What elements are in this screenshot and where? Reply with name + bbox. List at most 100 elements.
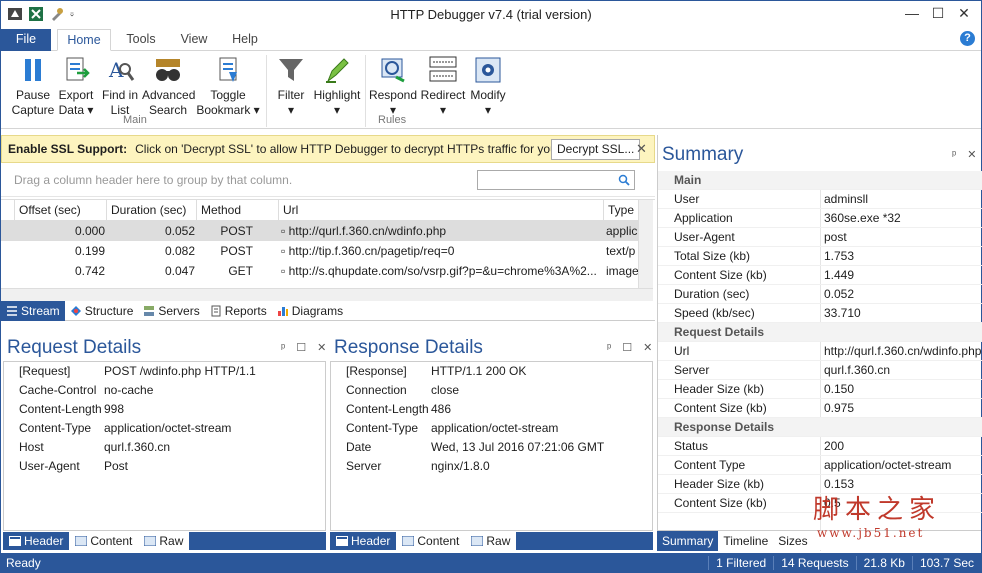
tab-view[interactable]: View: [171, 29, 217, 51]
summary-row[interactable]: Content Size (kb) 0.975: [658, 399, 982, 418]
tab-diagrams[interactable]: Diagrams: [272, 301, 348, 321]
request-value: POST /wdinfo.php HTTP/1.1: [104, 364, 256, 378]
grid-vertical-scrollbar[interactable]: [638, 200, 653, 288]
watermark-url: www.jb51.net: [817, 526, 925, 540]
request-row[interactable]: Content-Type application/octet-stream: [4, 419, 325, 438]
summary-row[interactable]: Header Size (kb) 0.150: [658, 380, 982, 399]
respond-button[interactable]: Respond ▾: [368, 55, 418, 118]
tab-file[interactable]: File: [1, 29, 51, 51]
reports-icon: [211, 305, 221, 316]
response-tab-raw[interactable]: Raw: [465, 532, 517, 550]
response-pane-controls[interactable]: ᵖ ☐ ✕: [607, 341, 656, 354]
help-icon[interactable]: ?: [960, 31, 975, 46]
close-button[interactable]: ✕: [951, 5, 977, 22]
pause-capture-button[interactable]: Pause Capture: [11, 55, 55, 118]
response-row[interactable]: Date Wed, 13 Jul 2016 07:21:06 GMT: [331, 438, 652, 457]
maximize-button[interactable]: ☐: [925, 5, 951, 22]
response-value: nginx/1.8.0: [431, 459, 490, 473]
response-row[interactable]: Content-Length 486: [331, 400, 652, 419]
tab-summary[interactable]: Summary: [657, 530, 719, 551]
column-method[interactable]: Method: [197, 200, 279, 221]
table-row[interactable]: 0.199 0.082 POST ▫ http://tip.f.360.cn/p…: [1, 241, 638, 261]
response-row[interactable]: Server nginx/1.8.0: [331, 457, 652, 476]
summary-value: 33.710: [824, 306, 861, 320]
request-tab-header[interactable]: Header: [3, 532, 69, 550]
column-duration[interactable]: Duration (sec): [107, 200, 197, 221]
response-row[interactable]: [Response] HTTP/1.1 200 OK: [331, 362, 652, 381]
summary-key: Speed (kb/sec): [674, 306, 755, 320]
summary-row[interactable]: Total Size (kb) 1.753: [658, 247, 982, 266]
request-row[interactable]: [Request] POST /wdinfo.php HTTP/1.1: [4, 362, 325, 381]
column-url[interactable]: Url: [279, 200, 604, 221]
tab-servers[interactable]: Servers: [138, 301, 204, 321]
response-tab-header[interactable]: Header: [330, 532, 396, 550]
summary-row[interactable]: Url http://qurl.f.360.cn/wdinfo.php: [658, 342, 982, 361]
tab-home[interactable]: Home: [57, 29, 111, 51]
cell-url: ▫ http://tip.f.360.cn/pagetip/req=0: [281, 241, 603, 261]
summary-row[interactable]: User adminsll: [658, 190, 982, 209]
table-row[interactable]: 0.000 0.052 POST ▫ http://qurl.f.360.cn/…: [1, 221, 638, 241]
grid-search-input[interactable]: [477, 170, 635, 190]
column-type[interactable]: Type: [604, 200, 638, 221]
summary-row[interactable]: Application 360se.exe *32: [658, 209, 982, 228]
column-offset[interactable]: Offset (sec): [15, 200, 107, 221]
ssl-banner-title: Enable SSL Support:: [8, 142, 128, 156]
request-tab-raw[interactable]: Raw: [138, 532, 190, 550]
highlight-button[interactable]: Highlight ▾: [311, 55, 363, 118]
ssl-banner-close-icon[interactable]: ✕: [636, 141, 647, 157]
ribbon-separator: [266, 55, 267, 127]
advanced-search-button[interactable]: Advanced Search: [142, 55, 195, 118]
decrypt-ssl-button[interactable]: Decrypt SSL...: [551, 139, 641, 160]
status-right: 1 Filtered 14 Requests 21.8 Kb 103.7 Sec: [708, 553, 981, 573]
cell-type: applic: [606, 224, 638, 238]
summary-value: 200: [824, 439, 845, 453]
response-value: Wed, 13 Jul 2016 07:21:06 GMT: [431, 440, 605, 454]
tab-stream[interactable]: Stream: [1, 300, 65, 321]
request-pane-controls[interactable]: ᵖ ☐ ✕: [281, 341, 330, 354]
request-row[interactable]: Content-Length 998: [4, 400, 325, 419]
response-tab-content[interactable]: Content: [396, 532, 466, 550]
response-tab-raw-label: Raw: [486, 534, 511, 548]
response-row[interactable]: Content-Type application/octet-stream: [331, 419, 652, 438]
request-row[interactable]: User-Agent Post: [4, 457, 325, 476]
request-tab-content[interactable]: Content: [69, 532, 139, 550]
summary-row[interactable]: Speed (kb/sec) 33.710: [658, 304, 982, 323]
tab-reports[interactable]: Reports: [205, 301, 272, 321]
status-filtered[interactable]: 1 Filtered: [708, 556, 773, 570]
redirect-button[interactable]: Redirect ▾: [419, 55, 467, 118]
summary-row[interactable]: Duration (sec) 0.052: [658, 285, 982, 304]
modify-button[interactable]: Modify ▾: [467, 55, 509, 118]
ribbon: Pause Capture Export Data ▾ A Find in Li…: [1, 51, 981, 129]
export-data-button[interactable]: Export Data ▾: [55, 55, 97, 118]
ribbon-group-main: Main: [123, 114, 147, 126]
summary-row[interactable]: User-Agent post: [658, 228, 982, 247]
search-icon[interactable]: [618, 174, 630, 186]
request-details-table: [Request] POST /wdinfo.php HTTP/1.1 Cache…: [3, 361, 326, 531]
summary-section-request-details[interactable]: Request Details: [658, 323, 982, 342]
summary-row[interactable]: Content Size (kb) 1.449: [658, 266, 982, 285]
tab-timeline[interactable]: Timeline: [718, 531, 773, 551]
response-value: HTTP/1.1 200 OK: [431, 364, 527, 378]
summary-section-response-details[interactable]: Response Details: [658, 418, 982, 437]
summary-row[interactable]: Server qurl.f.360.cn: [658, 361, 982, 380]
response-row[interactable]: Connection close: [331, 381, 652, 400]
summary-section-main[interactable]: Main: [658, 171, 982, 190]
request-row[interactable]: Cache-Control no-cache: [4, 381, 325, 400]
tab-sizes[interactable]: Sizes: [773, 531, 812, 551]
filter-button[interactable]: Filter ▾: [273, 55, 309, 118]
request-tab-raw-label: Raw: [159, 534, 184, 548]
summary-pane-controls[interactable]: ᵖ ✕: [952, 148, 980, 161]
tab-help[interactable]: Help: [223, 29, 267, 51]
minimize-button[interactable]: —: [899, 5, 925, 22]
tab-structure[interactable]: Structure: [65, 301, 139, 321]
raw-icon: [471, 536, 484, 546]
find-in-list-button[interactable]: A Find in List: [99, 55, 141, 118]
tab-tools[interactable]: Tools: [116, 29, 166, 51]
status-time: 103.7 Sec: [911, 556, 981, 570]
table-row[interactable]: 0.742 0.047 GET ▫ http://s.qhupdate.com/…: [1, 261, 638, 281]
toggle-bookmark-button[interactable]: Toggle Bookmark ▾: [195, 55, 261, 118]
summary-row[interactable]: Status 200: [658, 437, 982, 456]
summary-row[interactable]: Content Type application/octet-stream: [658, 456, 982, 475]
summary-key: Header Size (kb): [674, 382, 765, 396]
request-row[interactable]: Host qurl.f.360.cn: [4, 438, 325, 457]
